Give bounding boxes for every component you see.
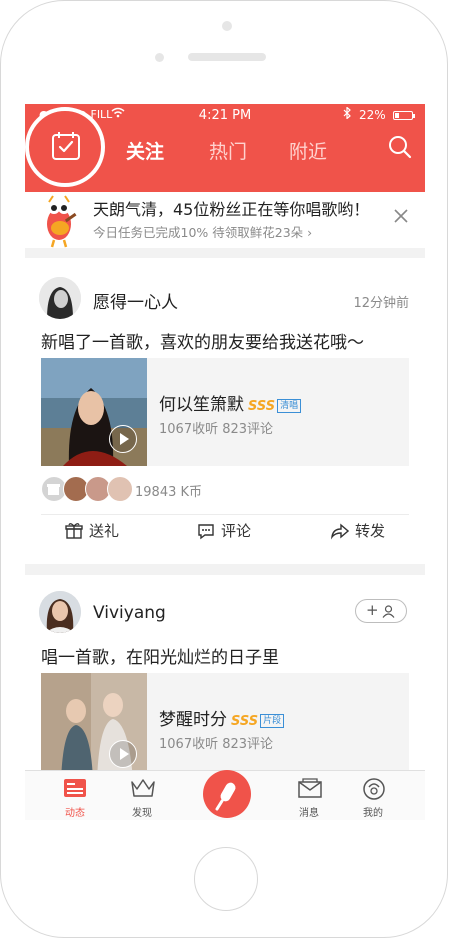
crown-icon: [131, 779, 155, 797]
post-text: 新唱了一首歌，喜欢的朋友要给我送花哦～: [41, 333, 364, 353]
sing-button[interactable]: [203, 770, 251, 818]
song-cover[interactable]: [41, 358, 147, 466]
gift-senders[interactable]: 19843 K币: [41, 476, 341, 504]
calendar-check-icon: [52, 132, 80, 160]
divider: [41, 514, 409, 515]
song-tag: 片段: [260, 714, 285, 728]
gift-count: 19843 K币: [135, 485, 203, 500]
post-time: 12分钟前: [353, 296, 409, 311]
follow-button[interactable]: +: [355, 599, 407, 623]
user-icon: [382, 605, 395, 618]
song-card[interactable]: 梦醒时分 SSS 片段 1067收听 823评论: [41, 673, 409, 781]
app-screen: ●●○○○ FILL 4:21 PM 22% 关注 热门 附近: [25, 104, 425, 820]
username[interactable]: 愿得一心人: [93, 288, 178, 313]
song-stats: 1067收听 823评论: [159, 422, 274, 437]
tab-hot[interactable]: 热门: [209, 137, 247, 164]
gift-button[interactable]: 送礼: [65, 520, 119, 541]
microphone-icon: [215, 782, 236, 811]
mascot-icon: [47, 195, 77, 248]
play-icon[interactable]: [109, 740, 137, 768]
banner-subtitle[interactable]: 今日任务已完成10% 待领取鲜花23朵 ›: [93, 222, 312, 241]
battery-icon: [393, 111, 415, 120]
song-title: 何以笙箫默 SSS 清唱: [159, 390, 302, 415]
post-text: 唱一首歌，在阳光灿烂的日子里: [41, 648, 279, 668]
play-icon[interactable]: [109, 425, 137, 453]
avatar: [107, 476, 133, 502]
share-icon: [330, 523, 350, 540]
comment-icon: [198, 524, 214, 540]
song-stats: 1067收听 823评论: [159, 737, 274, 752]
song-title: 梦醒时分 SSS 片段: [159, 705, 285, 730]
tab-me[interactable]: 我的: [343, 771, 403, 820]
gift-icon: [65, 523, 83, 539]
share-button[interactable]: 转发: [330, 520, 385, 541]
tab-nearby[interactable]: 附近: [289, 137, 327, 164]
close-icon[interactable]: [393, 208, 409, 224]
camera-dot: [155, 53, 164, 62]
comment-button[interactable]: 评论: [197, 520, 251, 541]
avatar[interactable]: [39, 591, 81, 633]
mail-icon: [298, 778, 322, 798]
score-badge: SSS: [231, 714, 259, 729]
score-badge: SSS: [248, 399, 276, 414]
tab-messages[interactable]: 消息: [279, 771, 339, 820]
song-tag: 清唱: [277, 399, 302, 413]
sensor-dot: [222, 21, 232, 31]
banner-title: 天朗气清，45位粉丝正在等你唱歌哟！: [93, 200, 370, 219]
phone-frame: ●●○○○ FILL 4:21 PM 22% 关注 热门 附近: [0, 0, 448, 938]
search-icon[interactable]: [388, 135, 412, 159]
checkin-button[interactable]: [25, 107, 105, 187]
earpiece-speaker: [188, 53, 266, 61]
avatar[interactable]: [39, 277, 81, 319]
battery-percent: 22%: [359, 108, 386, 122]
feed-post: 愿得一心人 12分钟前 新唱了一首歌，喜欢的朋友要给我送花哦～ 何以笙箫默 SSS…: [25, 258, 425, 564]
tab-following[interactable]: 关注: [126, 137, 164, 164]
profile-icon: [363, 778, 385, 800]
task-banner[interactable]: 天朗气清，45位粉丝正在等你唱歌哟！ 今日任务已完成10% 待领取鲜花23朵 ›: [25, 192, 425, 248]
feed-icon: [64, 779, 86, 797]
home-button[interactable]: [194, 847, 258, 911]
song-card[interactable]: 何以笙箫默 SSS 清唱 1067收听 823评论: [41, 358, 409, 466]
tab-discover[interactable]: 发现: [112, 771, 172, 820]
username[interactable]: Viviyang: [93, 603, 166, 623]
tab-feed[interactable]: 动态: [45, 771, 105, 820]
song-cover[interactable]: [41, 673, 147, 781]
bluetooth-icon: [343, 106, 351, 122]
